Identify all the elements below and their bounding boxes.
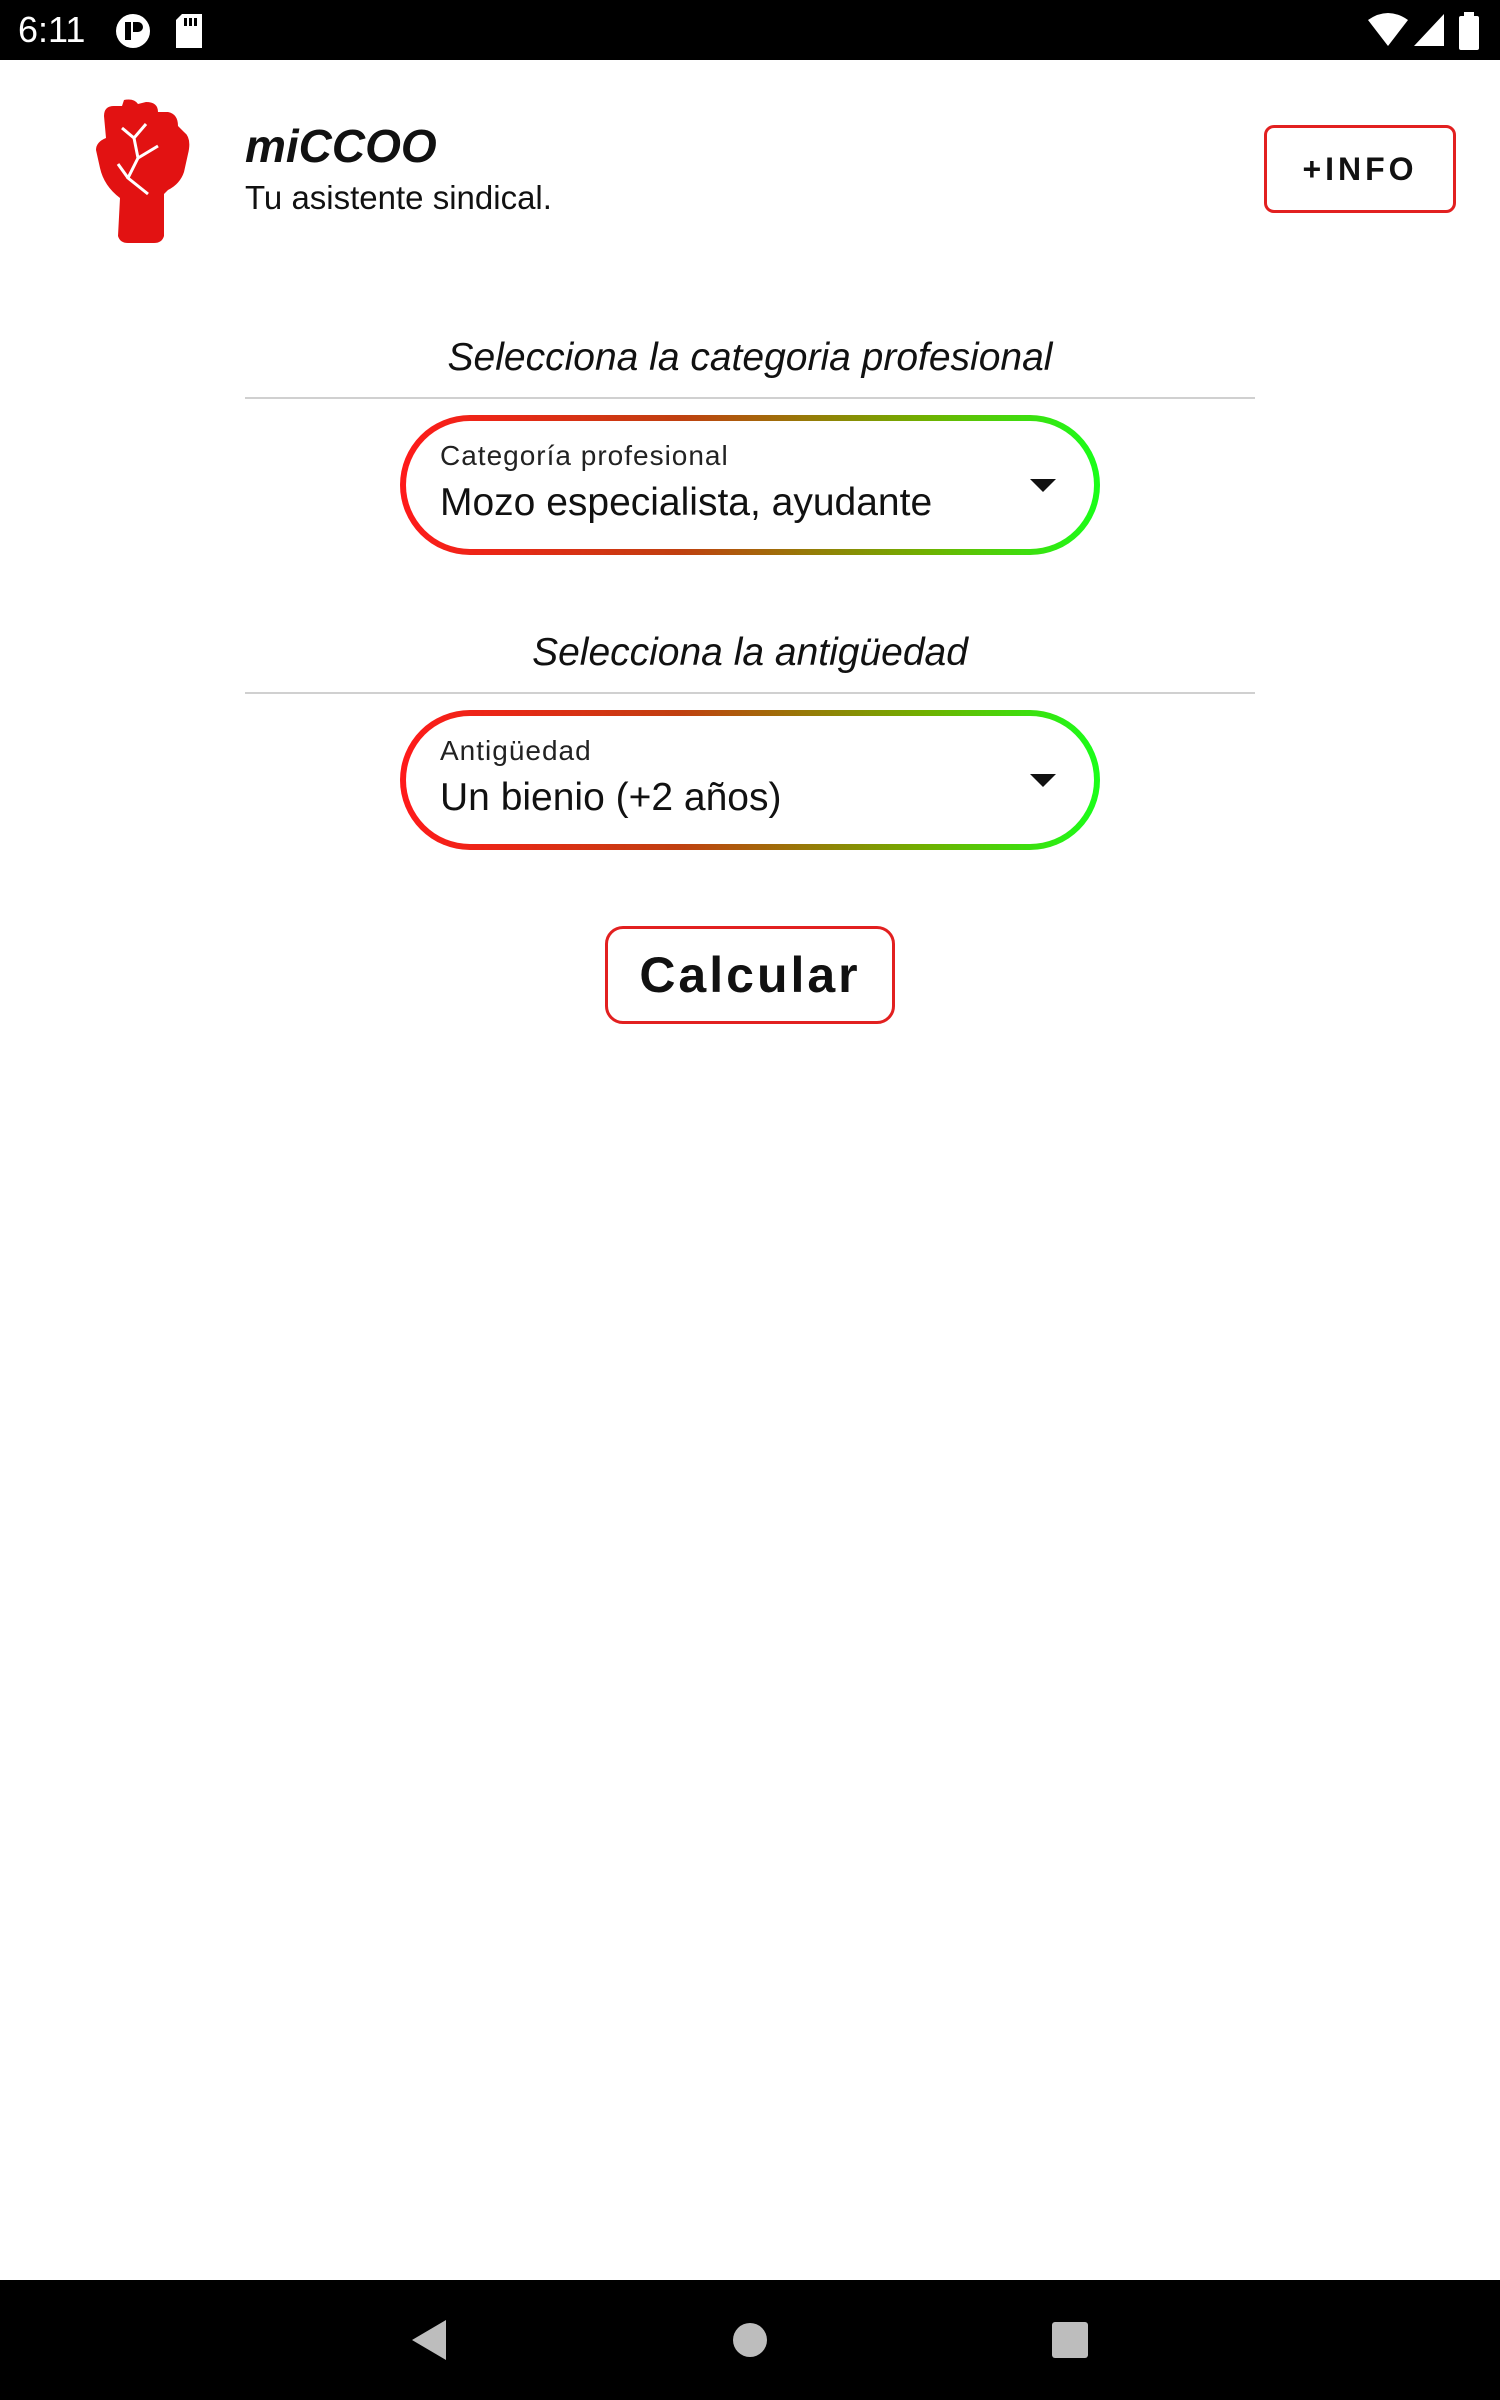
- wifi-icon: [1368, 13, 1408, 46]
- signal-icon: [1414, 14, 1444, 46]
- seniority-divider: [245, 692, 1255, 694]
- seniority-dropdown-label: Antigüedad: [440, 735, 592, 766]
- info-button[interactable]: +INFO: [1264, 125, 1456, 213]
- calculate-button[interactable]: Calcular: [605, 926, 895, 1024]
- category-dropdown-label: Categoría profesional: [440, 440, 729, 471]
- seniority-heading: Selecciona la antigüedad: [532, 631, 968, 674]
- sd-card-icon: [176, 14, 202, 48]
- app-subtitle: Tu asistente sindical.: [245, 179, 552, 216]
- dropdown-arrow-icon: [1030, 774, 1056, 787]
- recents-icon[interactable]: [1040, 2310, 1100, 2370]
- seniority-dropdown-value: Un bienio (+2 años): [440, 776, 782, 819]
- category-dropdown[interactable]: Categoría profesional Mozo especialista,…: [400, 415, 1100, 555]
- category-heading: Selecciona la categoria profesional: [447, 336, 1053, 379]
- category-divider: [245, 397, 1255, 399]
- raised-fist-icon: [96, 99, 190, 243]
- back-icon[interactable]: [398, 2310, 458, 2370]
- app-notification-icon: [116, 14, 150, 48]
- status-time: 6:11: [18, 9, 86, 50]
- app-title: miCCOO: [245, 120, 437, 172]
- home-icon[interactable]: [720, 2310, 780, 2370]
- dropdown-arrow-icon: [1030, 479, 1056, 492]
- status-bar: 6:11: [0, 0, 1500, 60]
- navigation-bar: [0, 2280, 1500, 2400]
- battery-icon: [1459, 12, 1479, 50]
- category-dropdown-value: Mozo especialista, ayudante: [440, 481, 933, 524]
- seniority-dropdown[interactable]: Antigüedad Un bienio (+2 años): [400, 710, 1100, 850]
